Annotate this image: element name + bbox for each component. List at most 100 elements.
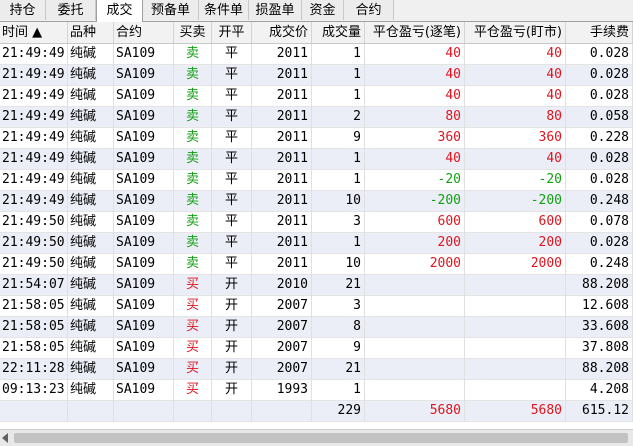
cell-fee: 0.028: [566, 233, 633, 254]
scrollbar-thumb[interactable]: [14, 433, 628, 443]
table-row[interactable]: 21:49:50 纯碱 SA109 卖平 2011 10 2000 2000 0.248: [0, 254, 633, 275]
cell-contract: SA109: [114, 44, 174, 65]
total-empty-cell: [114, 401, 174, 422]
column-header-contract[interactable]: 合约: [114, 22, 174, 43]
table-row[interactable]: 22:11:28 纯碱 SA109 买开 2007 21 88.208: [0, 359, 633, 380]
table-row[interactable]: 21:54:07 纯碱 SA109 买开 2010 21 88.208: [0, 275, 633, 296]
cell-pnl-trade: -200: [365, 191, 465, 212]
cell-side: 买: [174, 317, 212, 338]
column-header-open-close[interactable]: 开平: [212, 22, 252, 43]
tab-stop-orders[interactable]: 损盈单: [249, 0, 302, 20]
cell-pnl-trade: [365, 296, 465, 317]
cell-contract: SA109: [114, 149, 174, 170]
cell-price: 2010: [252, 275, 312, 296]
cell-open-close: 平: [212, 65, 252, 86]
cell-pnl-mtm: 40: [465, 44, 566, 65]
tab-preset-orders[interactable]: 预备单: [143, 0, 199, 20]
cell-qty: 1: [312, 233, 365, 254]
cell-qty: 1: [312, 65, 365, 86]
totals-row: 229 5680 5680 615.12: [0, 401, 633, 422]
cell-pnl-trade: 2000: [365, 254, 465, 275]
cell-fee: 0.028: [566, 65, 633, 86]
table-row[interactable]: 21:49:49 纯碱 SA109 卖平 2011 1 40 40 0.028: [0, 65, 633, 86]
cell-time: 21:58:05: [0, 317, 68, 338]
table-header: 时间 ▲ 品种 合约 买卖 开平 成交价 成交量 平仓盈亏(逐笔) 平仓盈亏(盯…: [0, 22, 633, 44]
table-row[interactable]: 21:58:05 纯碱 SA109 买开 2007 9 37.808: [0, 338, 633, 359]
cell-qty: 3: [312, 296, 365, 317]
horizontal-scrollbar[interactable]: [0, 429, 633, 446]
cell-open-close: 开: [212, 380, 252, 401]
scroll-left-icon[interactable]: [2, 433, 8, 443]
cell-side: 卖: [174, 44, 212, 65]
table-row[interactable]: 21:49:50 纯碱 SA109 卖平 2011 3 600 600 0.078: [0, 212, 633, 233]
cell-fee: 0.248: [566, 254, 633, 275]
table-row[interactable]: 21:49:50 纯碱 SA109 卖平 2011 1 200 200 0.028: [0, 233, 633, 254]
tab-trades[interactable]: 成交: [96, 0, 143, 22]
cell-product: 纯碱: [68, 170, 114, 191]
cell-fee: 4.208: [566, 380, 633, 401]
cell-price: 2011: [252, 212, 312, 233]
column-header-price[interactable]: 成交价: [252, 22, 312, 43]
tab-funds[interactable]: 资金: [302, 0, 344, 20]
cell-side: 买: [174, 296, 212, 317]
cell-pnl-trade: [365, 317, 465, 338]
cell-contract: SA109: [114, 275, 174, 296]
cell-contract: SA109: [114, 233, 174, 254]
column-header-side[interactable]: 买卖: [174, 22, 212, 43]
cell-price: 2007: [252, 317, 312, 338]
table-row[interactable]: 21:49:49 纯碱 SA109 卖平 2011 1 40 40 0.028: [0, 86, 633, 107]
total-pnl-trade: 5680: [365, 401, 465, 422]
cell-pnl-mtm: [465, 380, 566, 401]
cell-time: 21:49:49: [0, 149, 68, 170]
table-row[interactable]: 09:13:23 纯碱 SA109 买开 1993 1 4.208: [0, 380, 633, 401]
table-row[interactable]: 21:49:49 纯碱 SA109 卖平 2011 1 40 40 0.028: [0, 44, 633, 65]
cell-open-close: 平: [212, 107, 252, 128]
cell-pnl-mtm: [465, 275, 566, 296]
cell-open-close: 开: [212, 317, 252, 338]
tab-conditional-orders[interactable]: 条件单: [199, 0, 249, 20]
cell-qty: 10: [312, 191, 365, 212]
cell-fee: 37.808: [566, 338, 633, 359]
cell-pnl-mtm: 80: [465, 107, 566, 128]
table-row[interactable]: 21:49:49 纯碱 SA109 卖平 2011 1 40 40 0.028: [0, 149, 633, 170]
cell-time: 21:49:49: [0, 107, 68, 128]
total-empty-cell: [68, 401, 114, 422]
column-header-product[interactable]: 品种: [68, 22, 114, 43]
table-row[interactable]: 21:49:49 纯碱 SA109 卖平 2011 9 360 360 0.228: [0, 128, 633, 149]
cell-side: 卖: [174, 254, 212, 275]
table-row[interactable]: 21:49:49 纯碱 SA109 卖平 2011 10 -200 -200 0.248: [0, 191, 633, 212]
tab-orders[interactable]: 委托: [46, 0, 96, 20]
table-row[interactable]: 21:49:49 纯碱 SA109 卖平 2011 1 -20 -20 0.028: [0, 170, 633, 191]
cell-open-close: 平: [212, 170, 252, 191]
table-row[interactable]: 21:58:05 纯碱 SA109 买开 2007 8 33.608: [0, 317, 633, 338]
cell-price: 2007: [252, 296, 312, 317]
cell-qty: 8: [312, 317, 365, 338]
cell-fee: 88.208: [566, 275, 633, 296]
table-row[interactable]: 21:58:05 纯碱 SA109 买开 2007 3 12.608: [0, 296, 633, 317]
cell-price: 2011: [252, 107, 312, 128]
cell-pnl-trade: 40: [365, 86, 465, 107]
cell-product: 纯碱: [68, 128, 114, 149]
tab-positions[interactable]: 持仓: [0, 0, 46, 20]
cell-open-close: 平: [212, 212, 252, 233]
column-header-time[interactable]: 时间 ▲: [0, 22, 68, 43]
total-empty-cell: [0, 401, 68, 422]
cell-side: 卖: [174, 212, 212, 233]
cell-pnl-mtm: 40: [465, 65, 566, 86]
cell-contract: SA109: [114, 191, 174, 212]
cell-fee: 0.028: [566, 149, 633, 170]
column-header-fee[interactable]: 手续费: [566, 22, 633, 43]
total-empty-cell: [252, 401, 312, 422]
cell-pnl-trade: 40: [365, 44, 465, 65]
column-header-pnl-mtm[interactable]: 平仓盈亏(盯市): [465, 22, 566, 43]
cell-contract: SA109: [114, 128, 174, 149]
cell-product: 纯碱: [68, 65, 114, 86]
column-header-qty[interactable]: 成交量: [312, 22, 365, 43]
cell-price: 2011: [252, 254, 312, 275]
tab-contracts[interactable]: 合约: [344, 0, 394, 20]
cell-pnl-mtm: [465, 317, 566, 338]
column-header-pnl-trade[interactable]: 平仓盈亏(逐笔): [365, 22, 465, 43]
cell-fee: 0.028: [566, 170, 633, 191]
cell-qty: 21: [312, 275, 365, 296]
table-row[interactable]: 21:49:49 纯碱 SA109 卖平 2011 2 80 80 0.058: [0, 107, 633, 128]
